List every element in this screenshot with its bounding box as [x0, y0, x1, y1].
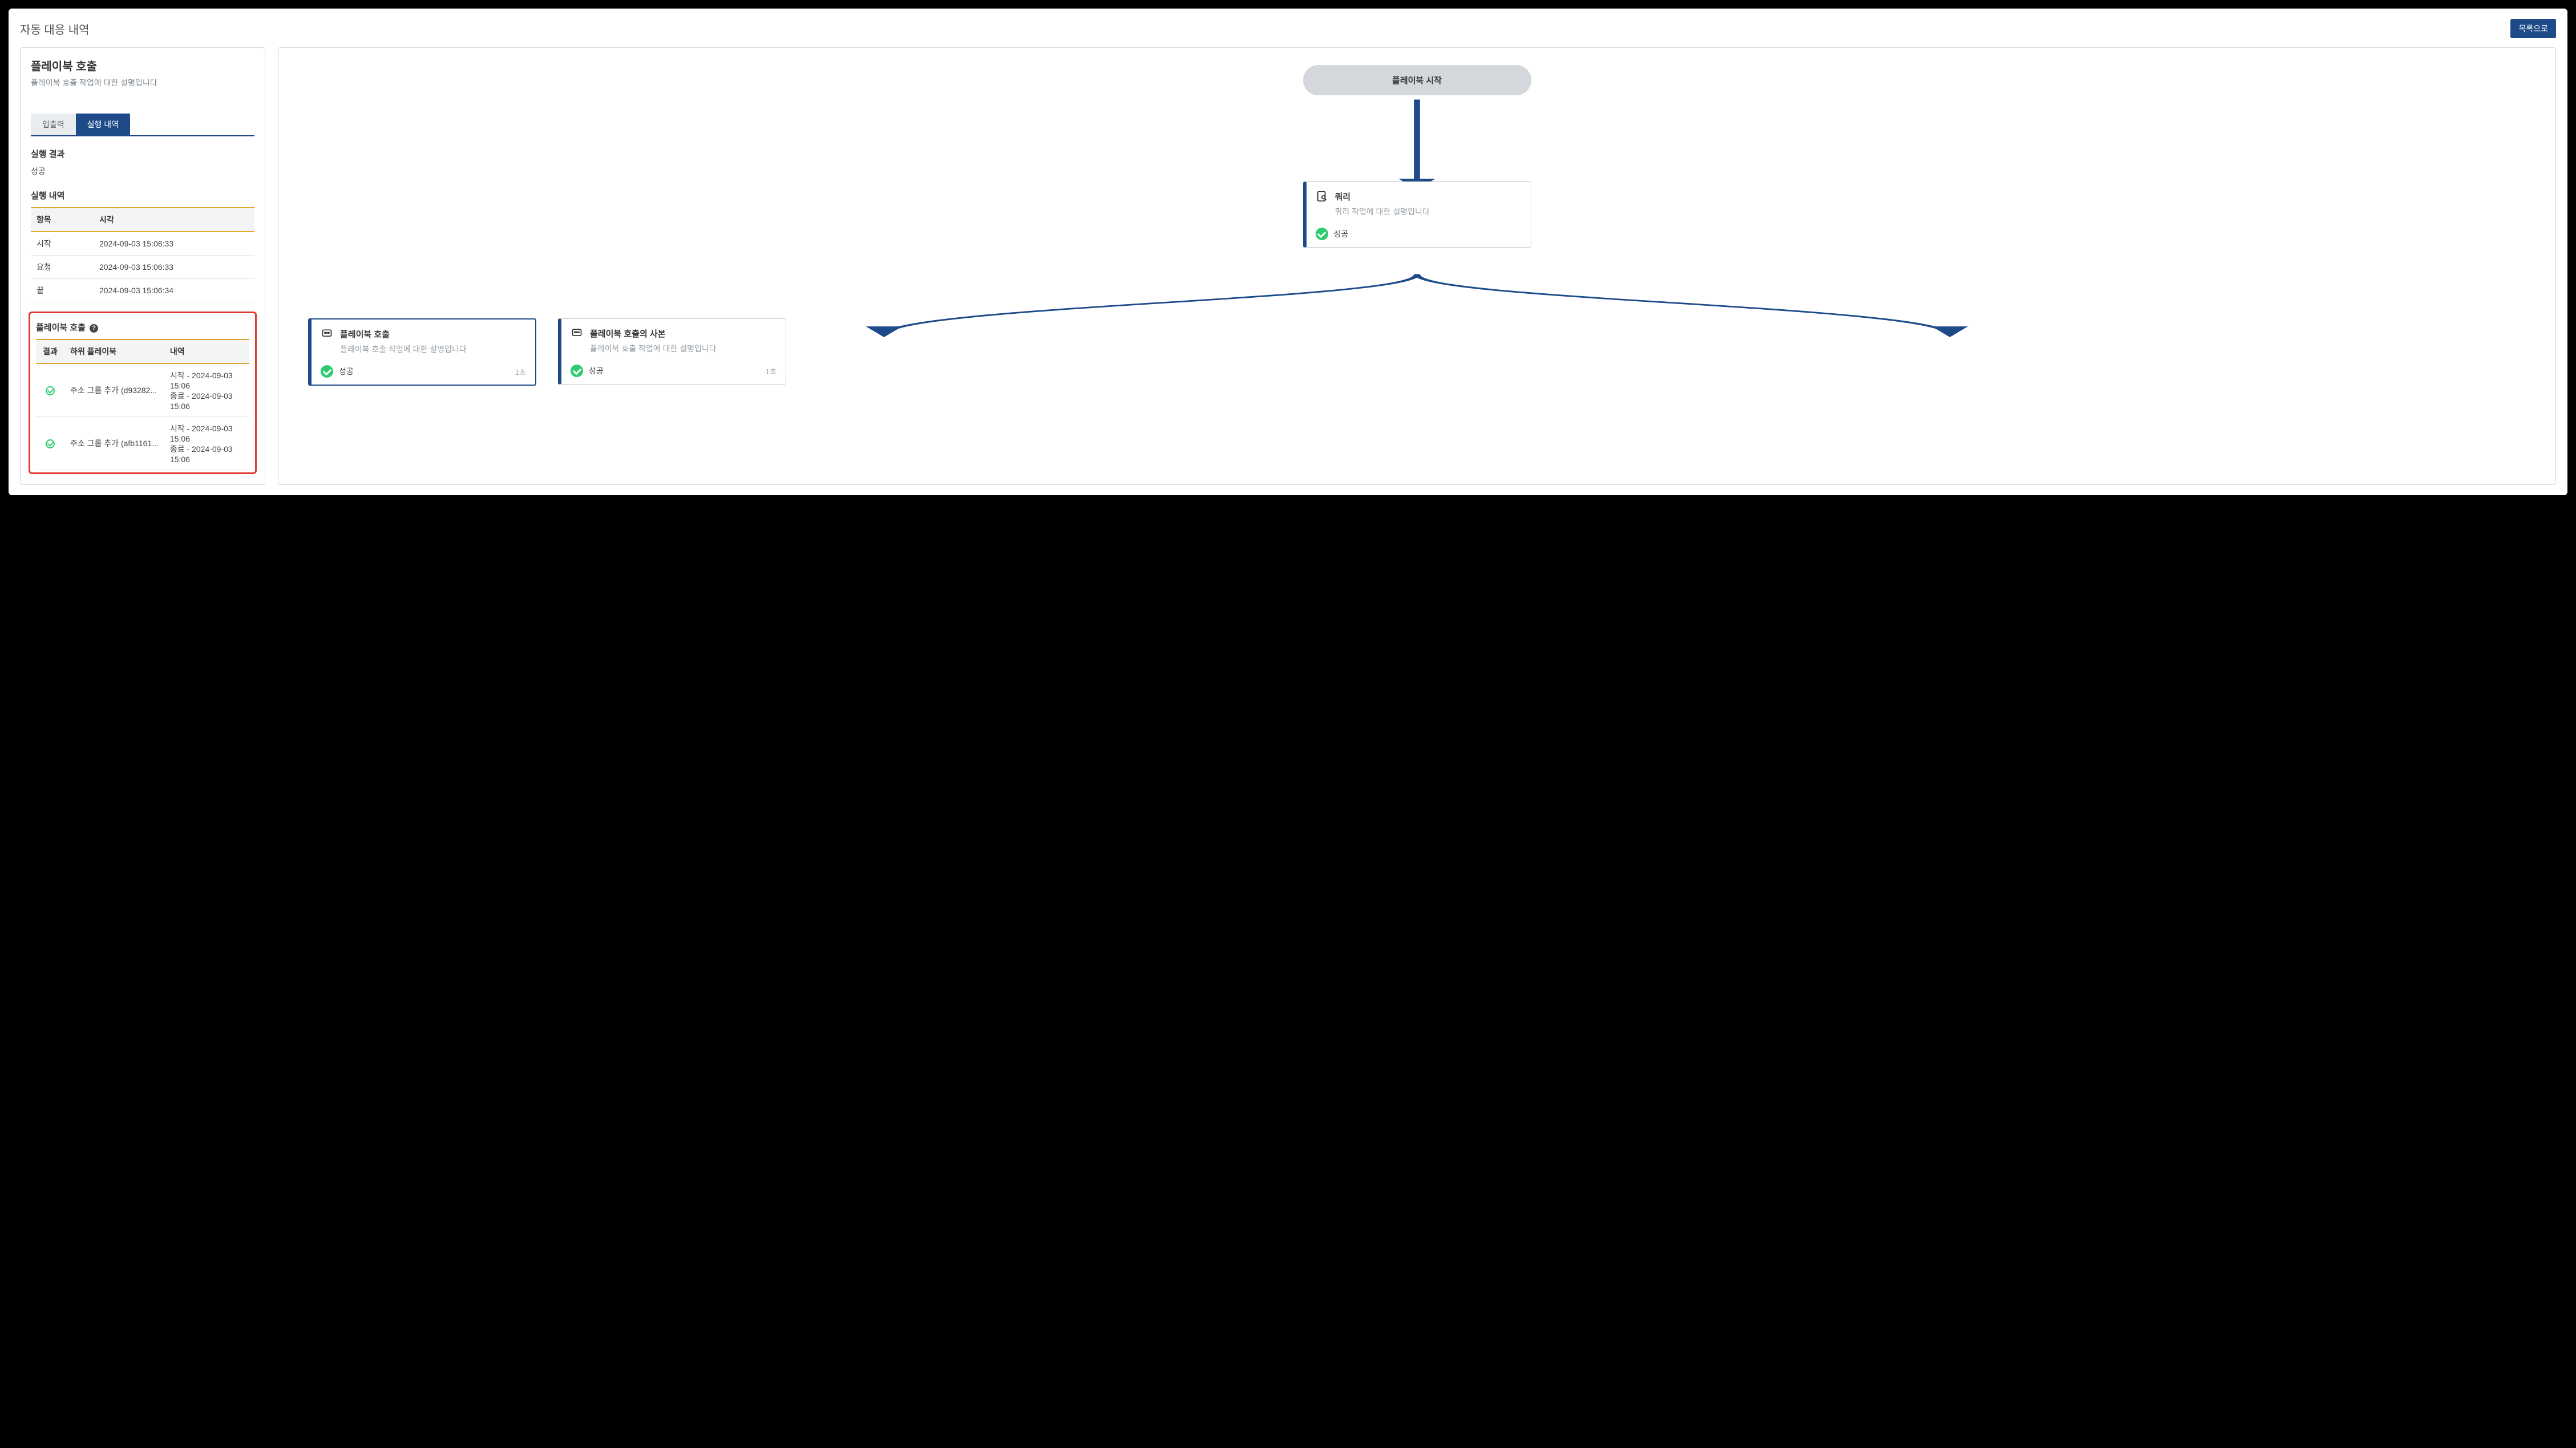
node-title: 쿼리 — [1335, 191, 1351, 203]
result-heading: 실행 결과 — [31, 148, 254, 160]
node-title: 플레이북 호출의 사본 — [590, 327, 666, 339]
status-text: 성공 — [339, 366, 354, 377]
table-row[interactable]: 주소 그룹 추가 (afb1161... 시작 - 2024-09-03 15:… — [36, 417, 249, 470]
node-header: 플레이북 호출의 사본 — [571, 327, 777, 339]
history-time: 2024-09-03 15:06:34 — [94, 279, 254, 302]
node-desc: 플레이북 호출 작업에 대한 설명입니다 — [340, 343, 526, 355]
history-col-time: 시각 — [94, 208, 254, 232]
tab-io[interactable]: 입출력 — [31, 114, 76, 135]
history-item: 시작 — [31, 232, 94, 256]
status-text: 성공 — [589, 365, 604, 377]
history-table: 항목 시각 시작 2024-09-03 15:06:33 요청 2024-09-… — [31, 207, 254, 302]
flow-node-playbook-call[interactable]: 플레이북 호출 플레이북 호출 작업에 대한 설명입니다 성공 1초 — [308, 318, 536, 386]
pb-heading-text: 플레이북 호출 — [36, 323, 86, 333]
success-icon — [1316, 228, 1328, 240]
pb-end: 종료 - 2024-09-03 15:06 — [170, 443, 244, 464]
history-item: 요청 — [31, 256, 94, 279]
pb-result-cell — [36, 417, 64, 470]
table-row: 시작 2024-09-03 15:06:33 — [31, 232, 254, 256]
flow-panel[interactable]: 플레이북 시작 쿼리 쿼리 작업에 대한 설명입니다 성공 — [278, 47, 2556, 485]
pb-end: 종료 - 2024-09-03 15:06 — [170, 390, 244, 411]
success-icon — [571, 365, 583, 377]
playbook-call-box: 플레이북 호출 ? 결과 하위 플레이북 내역 주소 그룹 — [29, 312, 257, 474]
tab-history[interactable]: 실행 내역 — [76, 114, 130, 135]
node-status: 성공 1초 — [321, 365, 526, 378]
history-item: 끝 — [31, 279, 94, 302]
flow-node-playbook-call-copy[interactable]: 플레이북 호출의 사본 플레이북 호출 작업에 대한 설명입니다 성공 1초 — [558, 318, 786, 385]
message-icon — [571, 327, 583, 339]
main-columns: 플레이북 호출 플레이북 호출 작업에 대한 설명입니다 입출력실행 내역 실행… — [20, 47, 2556, 485]
table-row[interactable]: 주소 그룹 추가 (d93282... 시작 - 2024-09-03 15:0… — [36, 363, 249, 417]
success-icon — [321, 365, 333, 378]
table-row: 요청 2024-09-03 15:06:33 — [31, 256, 254, 279]
node-time: 1초 — [515, 366, 526, 377]
detail-panel: 플레이북 호출 플레이북 호출 작업에 대한 설명입니다 입출력실행 내역 실행… — [20, 47, 265, 485]
node-status: 성공 — [1316, 228, 1522, 240]
pb-col-result: 결과 — [36, 339, 64, 363]
result-value: 성공 — [31, 165, 254, 177]
pb-result-cell — [36, 363, 64, 417]
pb-table: 결과 하위 플레이북 내역 주소 그룹 추가 (d93282... 시작 - 2… — [36, 339, 249, 470]
node-header: 쿼리 — [1316, 190, 1522, 203]
pb-sub-text: 주소 그룹 추가 (afb1161... — [70, 438, 159, 449]
status-text: 성공 — [1334, 228, 1349, 240]
pb-detail-cell: 시작 - 2024-09-03 15:06 종료 - 2024-09-03 15… — [164, 417, 249, 470]
flow-node-query[interactable]: 쿼리 쿼리 작업에 대한 설명입니다 성공 — [1303, 181, 1531, 248]
list-button[interactable]: 목록으로 — [2510, 19, 2556, 38]
page-title: 자동 대응 내역 — [20, 21, 90, 37]
message-icon — [321, 327, 333, 340]
check-icon — [46, 439, 55, 448]
tabs: 입출력실행 내역 — [31, 114, 254, 136]
pb-start: 시작 - 2024-09-03 15:06 — [170, 423, 244, 443]
history-time: 2024-09-03 15:06:33 — [94, 256, 254, 279]
page: 자동 대응 내역 목록으로 플레이북 호출 플레이북 호출 작업에 대한 설명입… — [9, 9, 2567, 495]
history-time: 2024-09-03 15:06:33 — [94, 232, 254, 256]
flow-start-node[interactable]: 플레이북 시작 — [1303, 65, 1531, 95]
node-desc: 쿼리 작업에 대한 설명입니다 — [1335, 206, 1522, 217]
detail-desc: 플레이북 호출 작업에 대한 설명입니다 — [31, 77, 254, 88]
table-row: 끝 2024-09-03 15:06:34 — [31, 279, 254, 302]
detail-title: 플레이북 호출 — [31, 57, 254, 74]
history-col-item: 항목 — [31, 208, 94, 232]
pb-start: 시작 - 2024-09-03 15:06 — [170, 370, 244, 390]
header: 자동 대응 내역 목록으로 — [20, 19, 2556, 38]
node-desc: 플레이북 호출 작업에 대한 설명입니다 — [590, 343, 777, 354]
query-icon — [1316, 190, 1328, 203]
help-icon[interactable]: ? — [90, 324, 98, 333]
node-time: 1초 — [766, 366, 777, 377]
pb-detail-cell: 시작 - 2024-09-03 15:06 종료 - 2024-09-03 15… — [164, 363, 249, 417]
pb-sub-text: 주소 그룹 추가 (d93282... — [70, 385, 157, 396]
node-header: 플레이북 호출 — [321, 327, 526, 340]
pb-col-detail: 내역 — [164, 339, 249, 363]
pb-heading: 플레이북 호출 ? — [36, 321, 249, 333]
pb-sub-cell: 주소 그룹 추가 (afb1161... — [64, 417, 164, 470]
history-heading: 실행 내역 — [31, 189, 254, 201]
node-title: 플레이북 호출 — [340, 328, 390, 340]
check-icon — [46, 386, 55, 395]
pb-col-sub: 하위 플레이북 — [64, 339, 164, 363]
node-status: 성공 1초 — [571, 365, 777, 377]
pb-sub-cell: 주소 그룹 추가 (d93282... — [64, 363, 164, 417]
flow-connectors — [278, 48, 2555, 484]
